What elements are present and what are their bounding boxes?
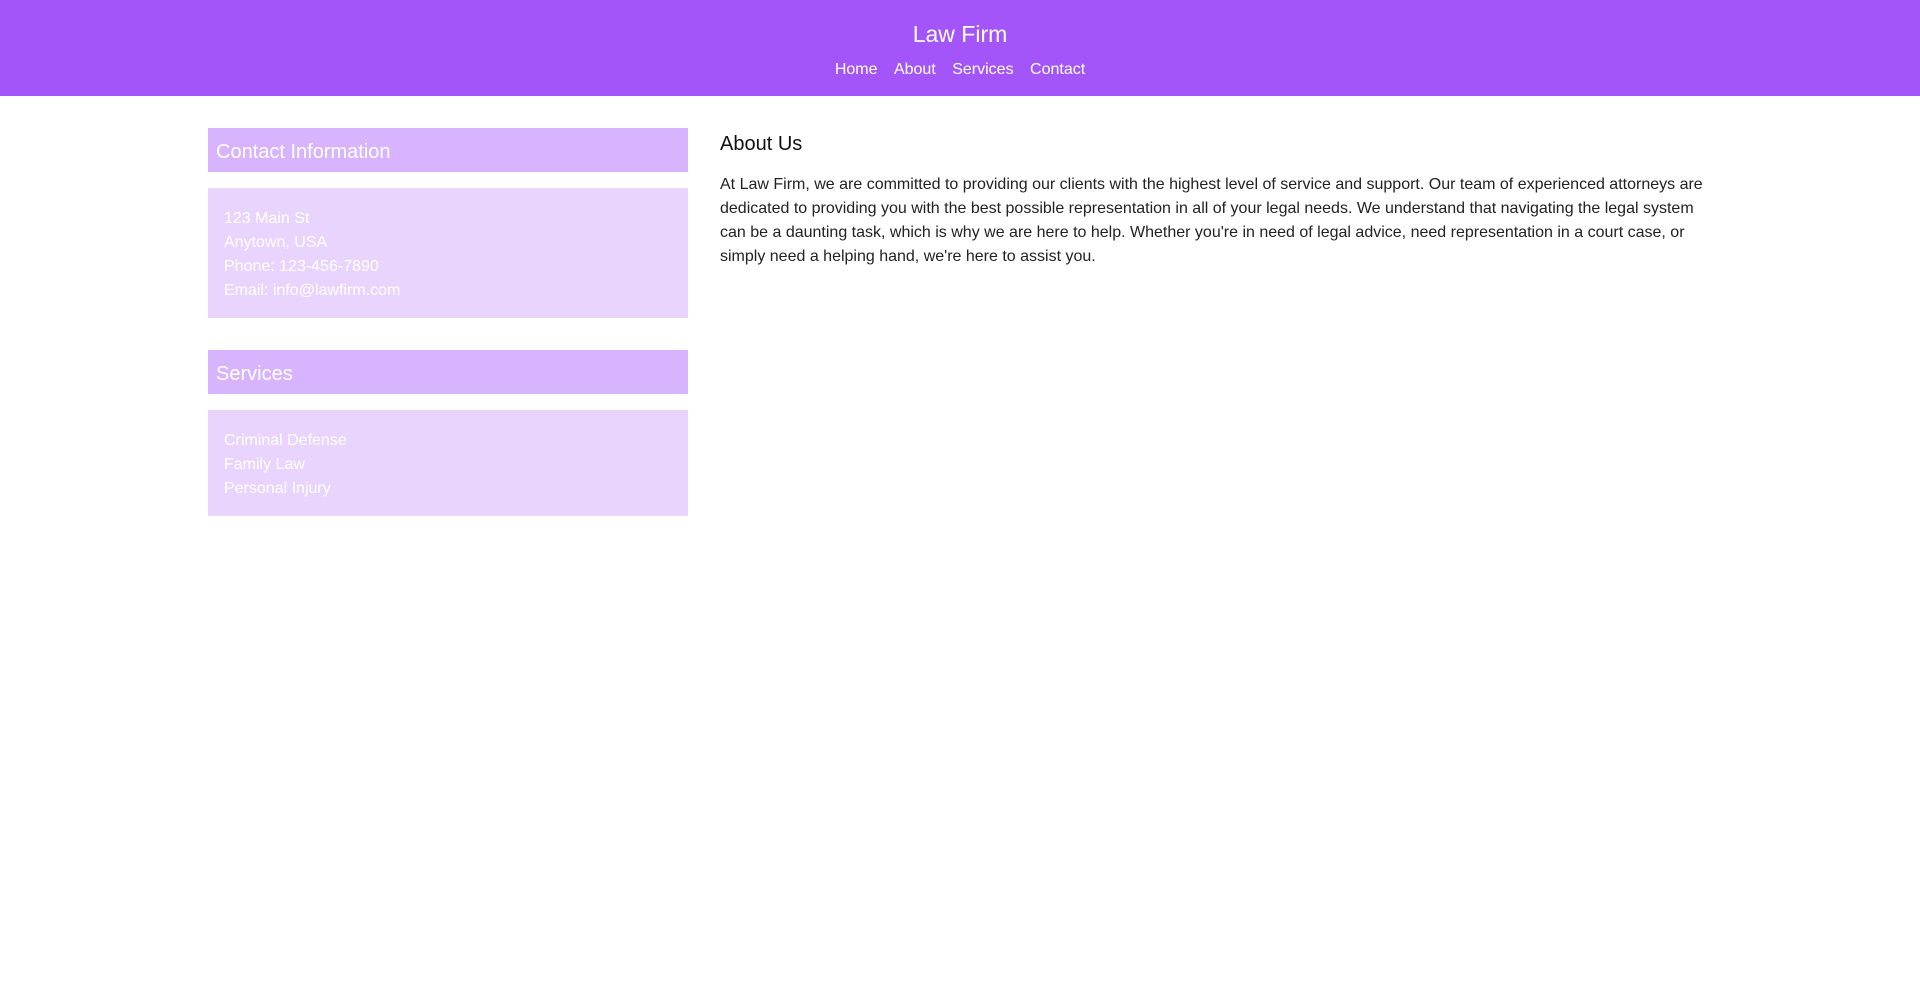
nav-home-link[interactable]: Home bbox=[835, 61, 878, 78]
service-item: Personal Injury bbox=[224, 480, 331, 497]
main-content: About Us At Law Firm, we are committed t… bbox=[720, 128, 1710, 269]
contact-email-line: Email: info@lawfirm.com bbox=[224, 282, 401, 299]
contact-phone-line: Phone: 123-456-7890 bbox=[224, 258, 379, 275]
sidebar: Contact Information 123 Main St Anytown,… bbox=[208, 128, 688, 516]
nav-services-link[interactable]: Services bbox=[952, 61, 1013, 78]
about-body-text: At Law Firm, we are committed to providi… bbox=[720, 176, 1703, 265]
services-panel: Criminal Defense Family Law Personal Inj… bbox=[208, 410, 688, 516]
nav-contact-link[interactable]: Contact bbox=[1030, 61, 1085, 78]
site-title: Law Firm bbox=[912, 21, 1008, 47]
services-heading: Services bbox=[208, 350, 688, 394]
main-nav: Home About Services Contact bbox=[0, 60, 1920, 80]
panel-spacer bbox=[208, 318, 688, 350]
contact-info-heading: Contact Information bbox=[208, 128, 688, 172]
service-item: Criminal Defense bbox=[224, 432, 347, 449]
service-item: Family Law bbox=[224, 456, 305, 473]
contact-address-line: 123 Main St bbox=[224, 210, 310, 227]
nav-about-link[interactable]: About bbox=[894, 61, 936, 78]
contact-info-panel: 123 Main St Anytown, USA Phone: 123-456-… bbox=[208, 188, 688, 318]
site-header: Law Firm Home About Services Contact bbox=[0, 0, 1920, 96]
about-heading: About Us bbox=[720, 133, 803, 155]
contact-city-line: Anytown, USA bbox=[224, 234, 328, 251]
page-content: Contact Information 123 Main St Anytown,… bbox=[0, 96, 1920, 995]
